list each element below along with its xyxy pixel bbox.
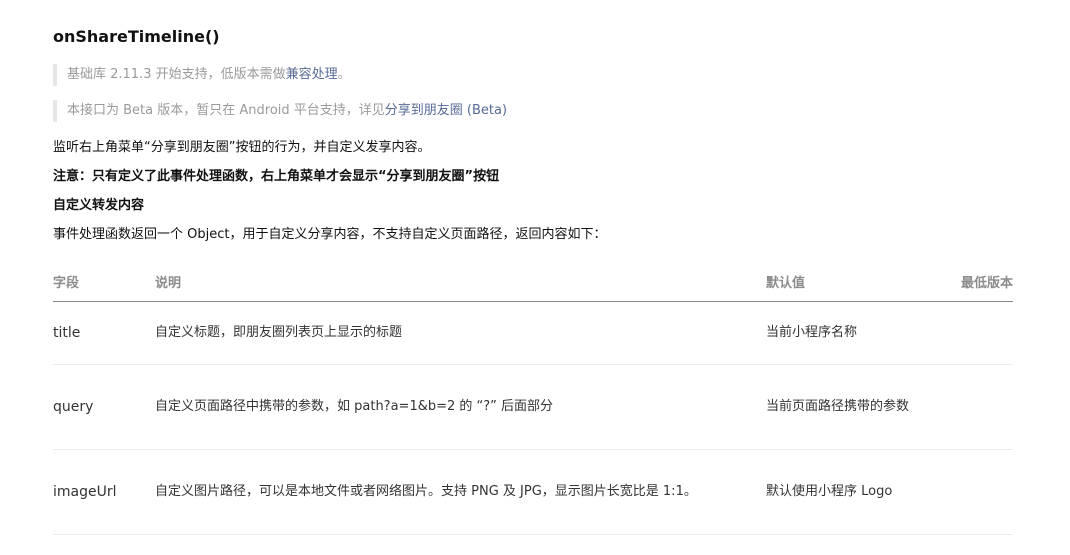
min-version-cell xyxy=(926,449,1013,535)
default-cell: 当前页面路径携带的参数 xyxy=(766,364,926,450)
beta-note-text: 本接口为 Beta 版本，暂只在 Android 平台支持，详见 xyxy=(67,103,385,118)
field-description: 自定义图片路径，可以是本地文件或者网络图片。支持 PNG 及 JPG，显示图片长… xyxy=(155,484,697,499)
beta-note: 本接口为 Beta 版本，暂只在 Android 平台支持，详见分享到朋友圈 (… xyxy=(53,100,507,122)
desc-cell: 自定义标题，即朋友圈列表页上显示的标题 xyxy=(155,301,766,365)
header-min-version: 最低版本 xyxy=(926,262,1013,302)
warning-paragraph: 注意：只有定义了此事件处理函数，右上角菜单才会显示“分享到朋友圈”按钮 xyxy=(53,169,500,184)
min-version-cell xyxy=(926,301,1013,365)
header-default: 默认值 xyxy=(766,262,926,302)
field-default: 当前小程序名称 xyxy=(766,325,858,340)
version-note: 基础库 2.11.3 开始支持，低版本需做兼容处理。 xyxy=(53,64,351,86)
intro-paragraph: 监听右上角菜单“分享到朋友圈”按钮的行为，并自定义发享内容。 xyxy=(53,140,431,155)
table-header-row: 字段 说明 默认值 最低版本 xyxy=(53,262,1013,302)
return-fields-table: 字段 说明 默认值 最低版本 title 自定义标题，即朋友圈列表页上显示的标题… xyxy=(53,262,1013,535)
version-note-text: 基础库 2.11.3 开始支持，低版本需做 xyxy=(67,67,286,82)
desc-cell: 自定义页面路径中携带的参数，如 path?a=1&b=2 的 “?” 后面部分 xyxy=(155,364,766,450)
table-row: title 自定义标题，即朋友圈列表页上显示的标题 当前小程序名称 xyxy=(53,301,1013,365)
min-version-cell xyxy=(926,364,1013,450)
table-row: query 自定义页面路径中携带的参数，如 path?a=1&b=2 的 “?”… xyxy=(53,364,1013,450)
table-row: imageUrl 自定义图片路径，可以是本地文件或者网络图片。支持 PNG 及 … xyxy=(53,449,1013,535)
share-timeline-beta-link[interactable]: 分享到朋友圈 (Beta) xyxy=(385,103,507,118)
field-default: 当前页面路径携带的参数 xyxy=(766,399,910,414)
section-subheading: 自定义转发内容 xyxy=(53,198,145,213)
field-description: 自定义标题，即朋友圈列表页上显示的标题 xyxy=(155,325,403,340)
field-cell: title xyxy=(53,301,155,365)
field-name: title xyxy=(53,324,81,341)
field-default: 默认使用小程序 Logo xyxy=(766,484,893,499)
field-name: imageUrl xyxy=(53,483,117,500)
version-note-suffix: 。 xyxy=(337,67,351,82)
header-field: 字段 xyxy=(53,262,155,302)
default-cell: 当前小程序名称 xyxy=(766,301,926,365)
field-name: query xyxy=(53,398,94,415)
default-cell: 默认使用小程序 Logo xyxy=(766,449,926,535)
header-desc: 说明 xyxy=(155,262,766,302)
return-description: 事件处理函数返回一个 Object，用于自定义分享内容，不支持自定义页面路径，返… xyxy=(53,227,607,242)
field-cell: imageUrl xyxy=(53,449,155,535)
api-heading: onShareTimeline() xyxy=(53,27,220,46)
compat-link[interactable]: 兼容处理 xyxy=(286,67,338,82)
field-cell: query xyxy=(53,364,155,450)
field-description: 自定义页面路径中携带的参数，如 path?a=1&b=2 的 “?” 后面部分 xyxy=(155,399,554,414)
desc-cell: 自定义图片路径，可以是本地文件或者网络图片。支持 PNG 及 JPG，显示图片长… xyxy=(155,449,766,535)
